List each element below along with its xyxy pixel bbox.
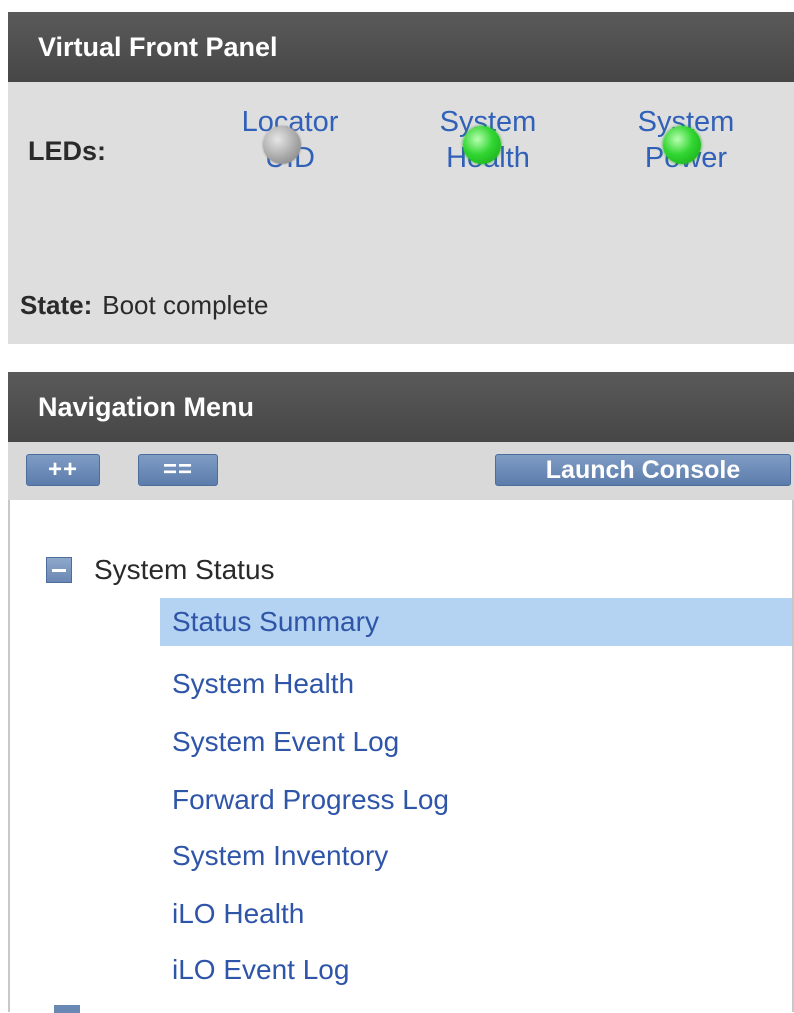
system-power-led-icon: [663, 126, 701, 164]
expand-all-button[interactable]: ++: [26, 454, 100, 486]
nav-item-system-event-log[interactable]: System Event Log: [160, 718, 399, 766]
virtual-front-panel-title: Virtual Front Panel: [38, 31, 278, 62]
navigation-menu-header: Navigation Menu: [8, 372, 794, 442]
navigation-menu-title: Navigation Menu: [38, 391, 255, 422]
navigation-tree: System Status Status Summary System Heal…: [8, 500, 794, 1013]
tree-group-system-status[interactable]: System Status: [46, 554, 275, 586]
tree-group-label: System Status: [94, 554, 275, 585]
leds-label: LEDs:: [28, 136, 107, 166]
system-health-led-icon: [463, 126, 501, 164]
state-label: State:: [20, 290, 93, 320]
collapse-all-button[interactable]: ==: [138, 454, 218, 486]
navigation-toolbar: ++ == Launch Console: [8, 442, 794, 500]
nav-item-system-health[interactable]: System Health: [160, 660, 354, 708]
nav-item-forward-progress-log[interactable]: Forward Progress Log: [160, 776, 449, 824]
locator-uid-led-icon[interactable]: [263, 126, 301, 164]
state-row: State: Boot complete: [20, 290, 268, 321]
nav-item-ilo-event-log[interactable]: iLO Event Log: [160, 946, 349, 994]
collapse-minus-icon[interactable]: [46, 557, 72, 583]
virtual-front-panel-header: Virtual Front Panel: [8, 12, 794, 82]
launch-console-button[interactable]: Launch Console: [495, 454, 791, 486]
nav-item-system-inventory[interactable]: System Inventory: [160, 832, 388, 880]
nav-item-ilo-health[interactable]: iLO Health: [160, 890, 304, 938]
nav-item-status-summary[interactable]: Status Summary: [160, 598, 792, 646]
state-value: Boot complete: [102, 290, 269, 320]
